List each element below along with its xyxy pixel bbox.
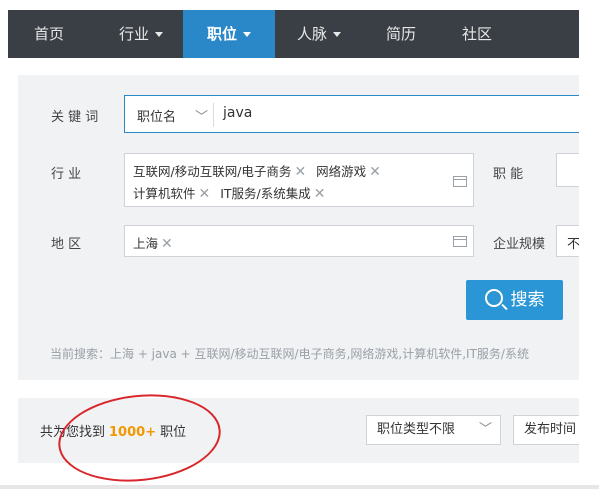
- nav-item-industry[interactable]: 行业: [100, 10, 182, 58]
- region-field[interactable]: 上海 ✕: [124, 225, 474, 257]
- nav-item-resume[interactable]: 简历: [360, 10, 442, 58]
- nav-item-jobs[interactable]: 职位: [183, 10, 275, 58]
- search-icon: [484, 289, 503, 307]
- close-icon[interactable]: ✕: [161, 236, 173, 252]
- top-nav: 首页 行业 职位 人脉 简历 社区: [8, 10, 579, 58]
- close-icon[interactable]: ✕: [199, 186, 211, 202]
- industry-tag: 计算机软件: [133, 186, 196, 201]
- company-size-select[interactable]: 不: [556, 225, 579, 257]
- industry-tag: IT服务/系统集成: [220, 186, 311, 201]
- industry-label: 行 业: [51, 167, 82, 182]
- company-size-label: 企业规模: [493, 237, 546, 252]
- list-picker-icon[interactable]: [453, 236, 467, 247]
- region-tags-row: 上海 ✕: [133, 233, 179, 252]
- current-search-summary: 当前搜索：上海 + java + 互联网/移动互联网/电子商务,网络游戏,计算机…: [50, 347, 529, 361]
- chevron-down-icon: [155, 32, 163, 37]
- function-label: 职 能: [493, 167, 524, 182]
- publish-time-select[interactable]: 发布时间: [513, 415, 579, 445]
- chevron-down-icon: [333, 32, 341, 37]
- list-picker-icon[interactable]: [453, 176, 467, 187]
- search-button-label: 搜索: [510, 290, 545, 310]
- chevron-down-icon: ﹀: [478, 422, 492, 437]
- nav-label: 首页: [33, 25, 64, 43]
- region-tag: 上海: [133, 236, 159, 251]
- search-panel: 关 键 词 职位名 ﹀ java 行 业 互联网/移动互联网/电子商务 ✕ 网络游…: [18, 75, 579, 380]
- industry-tags-row: 互联网/移动互联网/电子商务 ✕ 网络游戏 ✕: [133, 161, 387, 180]
- keyword-input[interactable]: java: [223, 105, 252, 121]
- nav-label: 人脉: [296, 25, 327, 43]
- page-frame: 首页 行业 职位 人脉 简历 社区 关 键 词 职位名 ﹀ java 行 业 互…: [8, 0, 579, 475]
- nav-label: 社区: [461, 25, 492, 43]
- close-icon[interactable]: ✕: [369, 164, 381, 180]
- divider: [213, 103, 214, 127]
- job-type-select[interactable]: 职位类型不限 ﹀: [366, 415, 501, 445]
- region-label: 地 区: [51, 237, 82, 252]
- nav-item-community[interactable]: 社区: [436, 10, 518, 58]
- nav-label: 简历: [385, 25, 416, 43]
- search-button[interactable]: 搜索: [466, 280, 563, 320]
- close-icon[interactable]: ✕: [314, 186, 326, 202]
- select-value: 职位类型不限: [377, 422, 456, 437]
- nav-label: 职位: [206, 25, 237, 43]
- chevron-down-icon: [243, 32, 251, 37]
- keyword-label: 关 键 词: [51, 110, 99, 125]
- keyword-input-group[interactable]: 职位名 ﹀ java: [124, 95, 579, 133]
- select-value: 发布时间: [524, 422, 577, 437]
- nav-item-home[interactable]: 首页: [8, 10, 90, 58]
- industry-field[interactable]: 互联网/移动互联网/电子商务 ✕ 网络游戏 ✕ 计算机软件 ✕ IT服务/系统集成 ✕: [124, 153, 474, 207]
- industry-tag: 网络游戏: [316, 164, 367, 179]
- industry-tags-row: 计算机软件 ✕ IT服务/系统集成 ✕: [133, 183, 332, 202]
- divider: [0, 485, 599, 489]
- close-icon[interactable]: ✕: [294, 164, 306, 180]
- nav-item-network[interactable]: 人脉: [278, 10, 360, 58]
- nav-label: 行业: [118, 25, 149, 43]
- industry-tag: 互联网/移动互联网/电子商务: [133, 164, 292, 179]
- chevron-down-icon[interactable]: ﹀: [195, 106, 208, 125]
- function-field[interactable]: [556, 153, 579, 187]
- keyword-type-select[interactable]: 职位名: [137, 106, 176, 125]
